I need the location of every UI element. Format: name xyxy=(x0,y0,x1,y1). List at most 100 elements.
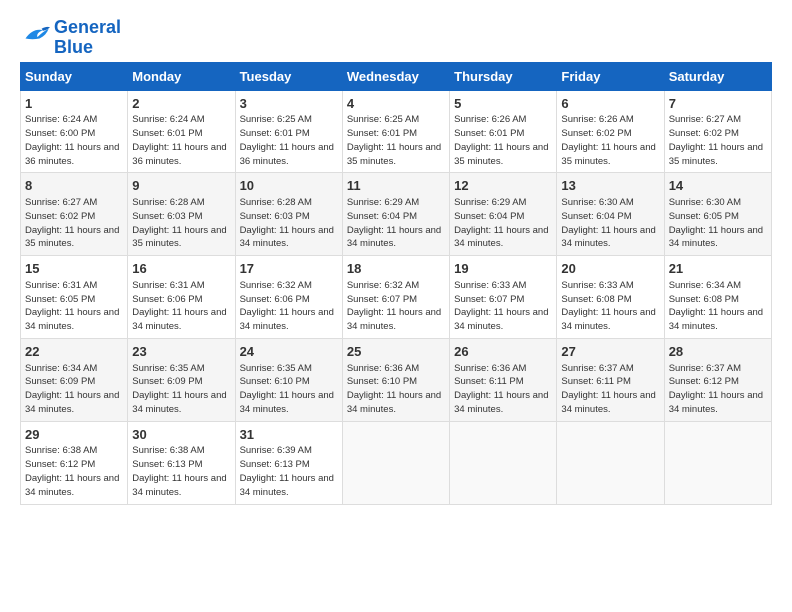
sunrise-text: Sunrise: 6:36 AM xyxy=(454,363,526,374)
sunrise-text: Sunrise: 6:37 AM xyxy=(561,363,633,374)
calendar-cell: 23Sunrise: 6:35 AMSunset: 6:09 PMDayligh… xyxy=(128,338,235,421)
day-number: 13 xyxy=(561,177,659,195)
sunrise-text: Sunrise: 6:25 AM xyxy=(347,114,419,125)
calendar-cell: 31Sunrise: 6:39 AMSunset: 6:13 PMDayligh… xyxy=(235,421,342,504)
sunset-text: Sunset: 6:06 PM xyxy=(132,294,202,305)
daylight-text: Daylight: 11 hours and 34 minutes. xyxy=(347,390,441,415)
calendar-cell: 6Sunrise: 6:26 AM Sunset: 6:02 PM Daylight… xyxy=(557,90,664,173)
sunset-text: Sunset: 6:01 PM xyxy=(347,128,417,139)
sunset-text: Sunset: 6:02 PM xyxy=(669,128,739,139)
sunset-text: Sunset: 6:10 PM xyxy=(240,376,310,387)
sunset-text: Sunset: 6:09 PM xyxy=(132,376,202,387)
sunset-text: Sunset: 6:02 PM xyxy=(561,128,631,139)
calendar-week-row: 15Sunrise: 6:31 AMSunset: 6:05 PMDayligh… xyxy=(21,256,772,339)
sunset-text: Sunset: 6:02 PM xyxy=(25,211,95,222)
daylight-text: Daylight: 11 hours and 34 minutes. xyxy=(561,307,655,332)
daylight-text: Daylight: 11 hours and 35 minutes. xyxy=(132,225,226,250)
sunset-text: Sunset: 6:01 PM xyxy=(240,128,310,139)
daylight-text: Daylight: 11 hours and 34 minutes. xyxy=(669,307,763,332)
header: GeneralBlue xyxy=(20,18,772,58)
day-number: 10 xyxy=(240,177,338,195)
daylight-text: Daylight: 11 hours and 35 minutes. xyxy=(561,142,655,167)
header-row: Sunday Monday Tuesday Wednesday Thursday… xyxy=(21,62,772,90)
daylight-text: Daylight: 11 hours and 36 minutes. xyxy=(132,142,226,167)
day-number: 9 xyxy=(132,177,230,195)
daylight-text: Daylight: 11 hours and 34 minutes. xyxy=(454,307,548,332)
logo-text: GeneralBlue xyxy=(54,18,121,58)
daylight-text: Daylight: 11 hours and 34 minutes. xyxy=(240,225,334,250)
calendar-cell: 21Sunrise: 6:34 AMSunset: 6:08 PMDayligh… xyxy=(664,256,771,339)
calendar-cell: 20Sunrise: 6:33 AMSunset: 6:08 PMDayligh… xyxy=(557,256,664,339)
day-number: 5 xyxy=(454,95,552,113)
sunrise-text: Sunrise: 6:36 AM xyxy=(347,363,419,374)
daylight-text: Daylight: 11 hours and 34 minutes. xyxy=(132,473,226,498)
sunset-text: Sunset: 6:11 PM xyxy=(561,376,631,387)
sunrise-text: Sunrise: 6:39 AM xyxy=(240,445,312,456)
day-number: 17 xyxy=(240,260,338,278)
day-number: 23 xyxy=(132,343,230,361)
calendar-cell: 24Sunrise: 6:35 AMSunset: 6:10 PMDayligh… xyxy=(235,338,342,421)
day-number: 12 xyxy=(454,177,552,195)
sunrise-text: Sunrise: 6:27 AM xyxy=(669,114,741,125)
day-number: 4 xyxy=(347,95,445,113)
sunrise-text: Sunrise: 6:35 AM xyxy=(132,363,204,374)
daylight-text: Daylight: 11 hours and 34 minutes. xyxy=(347,225,441,250)
sunrise-text: Sunrise: 6:33 AM xyxy=(454,280,526,291)
day-number: 26 xyxy=(454,343,552,361)
day-number: 25 xyxy=(347,343,445,361)
calendar-cell: 18Sunrise: 6:32 AMSunset: 6:07 PMDayligh… xyxy=(342,256,449,339)
calendar-week-row: 22Sunrise: 6:34 AMSunset: 6:09 PMDayligh… xyxy=(21,338,772,421)
day-number: 22 xyxy=(25,343,123,361)
daylight-text: Daylight: 11 hours and 35 minutes. xyxy=(347,142,441,167)
day-number: 27 xyxy=(561,343,659,361)
calendar-cell: 9Sunrise: 6:28 AMSunset: 6:03 PMDaylight… xyxy=(128,173,235,256)
daylight-text: Daylight: 11 hours and 34 minutes. xyxy=(669,225,763,250)
sunrise-text: Sunrise: 6:34 AM xyxy=(669,280,741,291)
sunrise-text: Sunrise: 6:28 AM xyxy=(132,197,204,208)
calendar-cell: 15Sunrise: 6:31 AMSunset: 6:05 PMDayligh… xyxy=(21,256,128,339)
daylight-text: Daylight: 11 hours and 35 minutes. xyxy=(454,142,548,167)
calendar-cell: 25Sunrise: 6:36 AMSunset: 6:10 PMDayligh… xyxy=(342,338,449,421)
day-number: 6 xyxy=(561,95,659,113)
calendar-cell: 26Sunrise: 6:36 AMSunset: 6:11 PMDayligh… xyxy=(450,338,557,421)
calendar-cell xyxy=(450,421,557,504)
daylight-text: Daylight: 11 hours and 34 minutes. xyxy=(669,390,763,415)
day-number: 19 xyxy=(454,260,552,278)
daylight-text: Daylight: 11 hours and 34 minutes. xyxy=(454,225,548,250)
sunset-text: Sunset: 6:07 PM xyxy=(347,294,417,305)
daylight-text: Daylight: 11 hours and 34 minutes. xyxy=(240,390,334,415)
calendar-cell: 13Sunrise: 6:30 AMSunset: 6:04 PMDayligh… xyxy=(557,173,664,256)
calendar-cell: 12Sunrise: 6:29 AMSunset: 6:04 PMDayligh… xyxy=(450,173,557,256)
sunrise-text: Sunrise: 6:28 AM xyxy=(240,197,312,208)
sunrise-text: Sunrise: 6:31 AM xyxy=(25,280,97,291)
daylight-text: Daylight: 11 hours and 34 minutes. xyxy=(132,307,226,332)
daylight-text: Daylight: 11 hours and 34 minutes. xyxy=(454,390,548,415)
sunrise-text: Sunrise: 6:32 AM xyxy=(347,280,419,291)
calendar-cell: 10Sunrise: 6:28 AMSunset: 6:03 PMDayligh… xyxy=(235,173,342,256)
logo: GeneralBlue xyxy=(20,18,121,58)
col-friday: Friday xyxy=(557,62,664,90)
sunrise-text: Sunrise: 6:38 AM xyxy=(25,445,97,456)
sunrise-text: Sunrise: 6:35 AM xyxy=(240,363,312,374)
sunrise-text: Sunrise: 6:26 AM xyxy=(561,114,633,125)
col-saturday: Saturday xyxy=(664,62,771,90)
calendar-week-row: 8Sunrise: 6:27 AMSunset: 6:02 PMDaylight… xyxy=(21,173,772,256)
sunrise-text: Sunrise: 6:30 AM xyxy=(561,197,633,208)
day-number: 2 xyxy=(132,95,230,113)
daylight-text: Daylight: 11 hours and 34 minutes. xyxy=(25,473,119,498)
daylight-text: Daylight: 11 hours and 34 minutes. xyxy=(561,390,655,415)
calendar-cell: 2Sunrise: 6:24 AMSunset: 6:01 PMDaylight… xyxy=(128,90,235,173)
sunset-text: Sunset: 6:08 PM xyxy=(669,294,739,305)
calendar-cell: 11Sunrise: 6:29 AMSunset: 6:04 PMDayligh… xyxy=(342,173,449,256)
daylight-text: Daylight: 11 hours and 34 minutes. xyxy=(25,307,119,332)
sunset-text: Sunset: 6:12 PM xyxy=(25,459,95,470)
calendar-cell: 1Sunrise: 6:24 AMSunset: 6:00 PMDaylight… xyxy=(21,90,128,173)
calendar-cell: 3Sunrise: 6:25 AMSunset: 6:01 PMDaylight… xyxy=(235,90,342,173)
sunrise-text: Sunrise: 6:24 AM xyxy=(132,114,204,125)
calendar-week-row: 29Sunrise: 6:38 AMSunset: 6:12 PMDayligh… xyxy=(21,421,772,504)
day-number: 16 xyxy=(132,260,230,278)
daylight-text: Daylight: 11 hours and 34 minutes. xyxy=(25,390,119,415)
logo-icon xyxy=(22,24,50,46)
calendar-cell: 19Sunrise: 6:33 AMSunset: 6:07 PMDayligh… xyxy=(450,256,557,339)
sunrise-text: Sunrise: 6:38 AM xyxy=(132,445,204,456)
